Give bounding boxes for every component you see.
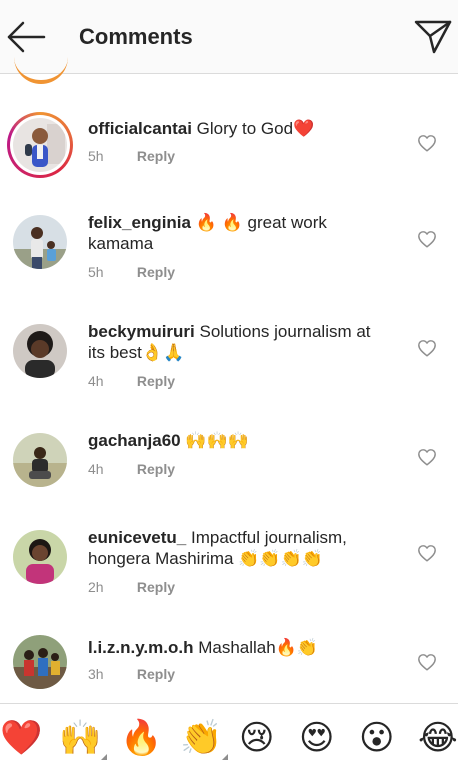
like-heart-icon[interactable] [417, 230, 437, 248]
comment-body: Mashallah🔥👏 [198, 638, 319, 657]
comment-meta: 2h Reply [88, 579, 175, 595]
comment-username[interactable]: gachanja60 [88, 431, 181, 450]
avatar[interactable] [13, 530, 67, 584]
comment-username[interactable]: felix_enginia [88, 213, 191, 232]
like-heart-icon[interactable] [417, 448, 437, 466]
comment-time: 4h [88, 373, 104, 389]
comment-username[interactable]: beckymuiruri [88, 322, 195, 341]
comment-text: beckymuiruri Solutions journalism at its… [88, 321, 388, 363]
red-heart-emoji[interactable]: ❤️ [0, 718, 42, 762]
comment-text: gachanja60 🙌🙌🙌 [88, 430, 388, 451]
profile-photo [13, 433, 67, 487]
paper-plane-icon [414, 20, 452, 54]
tears-of-joy-emoji[interactable]: 😂 [418, 718, 458, 762]
avatar[interactable] [7, 112, 73, 178]
comment-meta: 4h Reply [88, 461, 175, 477]
top-bar: Comments [0, 0, 458, 74]
comment-time: 2h [88, 579, 104, 595]
reply-button[interactable]: Reply [137, 579, 175, 595]
comment-text: eunicevetu_ Impactful journalism, honger… [88, 527, 388, 569]
comment-text: l.i.z.n.y.m.o.h Mashallah🔥👏 [88, 637, 388, 658]
like-heart-icon[interactable] [417, 134, 437, 152]
comment-username[interactable]: eunicevetu_ [88, 528, 186, 547]
profile-photo [13, 635, 67, 689]
comment-meta: 3h Reply [88, 666, 175, 682]
fire-emoji[interactable]: 🔥 [120, 718, 162, 762]
avatar[interactable] [13, 215, 67, 269]
avatar-partial[interactable] [14, 44, 68, 84]
clapping-hands-glyph: 👏 [180, 718, 223, 758]
comment-meta: 5h Reply [88, 148, 175, 164]
like-heart-icon[interactable] [417, 339, 437, 357]
emoji-reaction-bar: ❤️ 🙌 🔥 👏 😢 😍 😮 😂 [0, 703, 458, 777]
page-title: Comments [79, 24, 193, 49]
reply-button[interactable]: Reply [137, 148, 175, 164]
profile-photo [13, 530, 67, 584]
comment-body: 🙌🙌🙌 [185, 431, 249, 450]
surprised-face-emoji[interactable]: 😮 [359, 718, 394, 762]
profile-photo [13, 324, 67, 378]
like-heart-icon[interactable] [417, 653, 437, 671]
comment-time: 5h [88, 148, 104, 164]
avatar[interactable] [13, 433, 67, 487]
like-heart-icon[interactable] [417, 544, 437, 562]
clapping-hands-emoji[interactable]: 👏 [180, 718, 229, 762]
raising-hands-emoji[interactable]: 🙌 [59, 718, 108, 762]
heart-eyes-emoji[interactable]: 😍 [299, 718, 334, 762]
comment-text: officialcantai Glory to God❤️ [88, 118, 388, 139]
comment-meta: 4h Reply [88, 373, 175, 389]
comment-time: 5h [88, 264, 104, 280]
variant-indicator-icon [101, 754, 108, 760]
comment-username[interactable]: l.i.z.n.y.m.o.h [88, 638, 193, 657]
comment-time: 4h [88, 461, 104, 477]
variant-indicator-icon [222, 754, 229, 760]
comment-username[interactable]: officialcantai [88, 119, 192, 138]
avatar[interactable] [13, 635, 67, 689]
avatar[interactable] [13, 324, 67, 378]
profile-photo [13, 215, 67, 269]
raising-hands-glyph: 🙌 [59, 718, 102, 758]
reply-button[interactable]: Reply [137, 461, 175, 477]
crying-face-emoji[interactable]: 😢 [239, 718, 274, 762]
comment-meta: 5h Reply [88, 264, 175, 280]
profile-photo [13, 118, 67, 172]
reply-button[interactable]: Reply [137, 666, 175, 682]
reply-button[interactable]: Reply [137, 264, 175, 280]
share-button[interactable] [410, 16, 454, 58]
comment-text: felix_enginia 🔥 🔥 great work kamama [88, 212, 388, 254]
reply-button[interactable]: Reply [137, 373, 175, 389]
comment-body: Glory to God❤️ [196, 119, 315, 138]
comment-time: 3h [88, 666, 104, 682]
